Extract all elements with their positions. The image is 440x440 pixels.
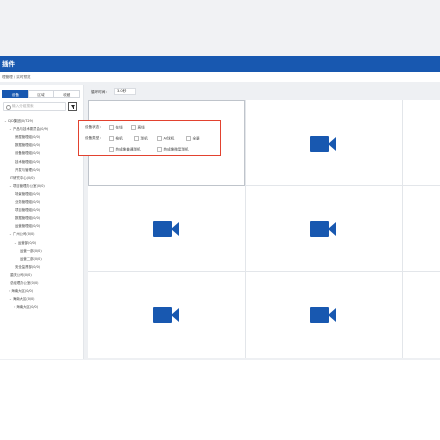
video-camera-icon xyxy=(310,221,336,237)
grid-divider xyxy=(402,100,403,358)
tree-item[interactable]: ›海南大区(0/0) xyxy=(14,305,38,309)
tree-item-label: 海南大区(0/0) xyxy=(16,305,39,310)
tree-item[interactable]: 运营管理组(0/0) xyxy=(14,224,40,228)
tree-item-label: 运营部(0/0) xyxy=(17,240,37,245)
tree-item-label: 项目管理办公室(0/0) xyxy=(12,183,45,188)
grid-divider xyxy=(245,100,246,358)
filter-option-ai-dome[interactable]: AI球机 xyxy=(157,136,174,142)
tree-item[interactable]: ⌄产品与技术委员会(0/9) xyxy=(9,127,48,131)
tree-item[interactable]: 开发与管理(0/0) xyxy=(14,168,40,172)
tree-item[interactable]: ⌄运营部(0/0) xyxy=(14,241,36,245)
tree-item[interactable]: 业务管理组(0/0) xyxy=(14,200,40,204)
tree-item-label: 安全监督部(0/0) xyxy=(15,264,41,269)
tab-favorites[interactable]: 收藏 xyxy=(53,90,81,98)
breadcrumb-text[interactable]: 理管理 / 实时预览 xyxy=(2,75,31,79)
tree-item-label: 设备管理组(0/0) xyxy=(15,151,41,156)
tree-item[interactable]: 数据管理组(0/0) xyxy=(14,143,40,147)
filter-option-offline[interactable]: 离线 xyxy=(131,125,145,131)
page-footer-area xyxy=(0,360,440,440)
tree-item[interactable]: 总经理办公室(0/0) xyxy=(9,281,38,285)
device-status-label: 设备状态： xyxy=(85,125,103,129)
tree-item-label: IT研究中心(0/0) xyxy=(10,175,35,180)
tree-item-label: 数据管理组(0/0) xyxy=(15,143,41,148)
tree-item-label: 项目管理组(0/0) xyxy=(15,208,41,213)
tree-item-label: 海南大区(0/0) xyxy=(12,297,35,302)
preview-toolbar: 循环时间： 3.0秒 xyxy=(88,87,440,97)
tab-regions[interactable]: 区域 xyxy=(27,90,55,98)
video-camera-icon xyxy=(153,307,179,323)
expand-caret-icon[interactable]: ⌄ xyxy=(14,241,17,245)
filter-option-thermal-dome[interactable]: 热成像普通球机 xyxy=(109,147,141,153)
tree-item[interactable]: 运营一部(0/0) xyxy=(19,249,42,253)
video-camera-icon xyxy=(310,307,336,323)
app-header: 插件 xyxy=(0,56,440,72)
tree-item[interactable]: ›海南大区(0/0) xyxy=(9,289,33,293)
tree-item[interactable]: ⌄项目管理办公室(0/0) xyxy=(9,184,45,188)
tree-item-label: 运营管理组(0/0) xyxy=(15,224,41,229)
tree-item[interactable]: IT研究中心(0/0) xyxy=(9,176,35,180)
expand-caret-icon[interactable]: ⌄ xyxy=(9,127,12,131)
cycle-time-label: 循环时间： xyxy=(91,90,109,94)
tree-item[interactable]: 安全监督部(0/0) xyxy=(14,265,40,269)
filter-option-bullet[interactable]: 枪机 xyxy=(109,136,123,142)
tab-devices[interactable]: 设备 xyxy=(2,90,29,98)
tree-item[interactable]: ⌄CJD集团(0/729) xyxy=(4,119,33,123)
tree-item[interactable]: 场景管理组(0/0) xyxy=(14,192,40,196)
tree-item[interactable]: 运营二部(0/0) xyxy=(19,257,42,261)
tree-item-label: 运营一部(0/0) xyxy=(20,248,42,253)
tree-item[interactable]: 数据管理组(0/0) xyxy=(14,216,40,220)
search-placeholder: 输入分组搜索 xyxy=(12,104,34,108)
tree-item[interactable]: ⌄广州公司(0/0) xyxy=(9,232,35,236)
cycle-time-select[interactable]: 3.0秒 xyxy=(114,88,136,95)
expand-caret-icon[interactable]: ⌄ xyxy=(9,297,12,301)
filter-button[interactable] xyxy=(68,102,77,111)
tree-item[interactable]: 设备管理组(0/0) xyxy=(14,151,40,155)
device-filter-panel: 设备状态： 在线 离线 设备类型： 枪机 球机 AI球机 全景 热成像普通球机 … xyxy=(78,120,221,156)
tree-item[interactable]: 重庆公司(0/0) xyxy=(9,273,32,277)
filter-option-online[interactable]: 在线 xyxy=(109,125,123,131)
tree-item-label: 数据管理组(0/0) xyxy=(15,216,41,221)
app-title: 插件 xyxy=(2,60,15,68)
tree-item-label: 运营二部(0/0) xyxy=(20,256,42,261)
expand-caret-icon[interactable]: ⌄ xyxy=(4,119,7,123)
tree-item-label: CJD集团(0/729) xyxy=(7,119,34,123)
filter-option-panorama[interactable]: 全景 xyxy=(186,136,200,142)
tree-item-label: 房屋管理组(0/0) xyxy=(15,135,41,140)
tree-item-label: 场景管理组(0/0) xyxy=(15,191,41,196)
expand-caret-icon[interactable]: ⌄ xyxy=(9,232,12,236)
filter-option-dome[interactable]: 球机 xyxy=(134,136,148,142)
video-camera-icon xyxy=(310,136,336,152)
tree-item-label: 技术管理组(0/0) xyxy=(15,159,41,164)
tree-item[interactable]: 技术管理组(0/0) xyxy=(14,160,40,164)
tree-item-label: 开发与管理(0/0) xyxy=(15,167,41,172)
expand-caret-icon[interactable]: ⌄ xyxy=(9,184,12,188)
tree-item-label: 业务管理组(0/0) xyxy=(15,200,41,204)
device-type-label: 设备类型： xyxy=(85,136,103,140)
filter-option-thermal-mini-dome[interactable]: 热成像微型球机 xyxy=(157,147,189,153)
tree-item[interactable]: 房屋管理组(0/0) xyxy=(14,135,40,139)
sidebar-tabs: 设备 区域 收藏 xyxy=(2,90,81,98)
tree-item-label: 广州公司(0/0) xyxy=(12,232,35,237)
tree-item-label: 产品与技术委员会(0/9) xyxy=(12,127,49,132)
tree-item-label: 海南大区(0/0) xyxy=(11,289,34,294)
grid-divider xyxy=(88,271,440,272)
tree-item-label: 总经理办公室(0/0) xyxy=(10,281,39,285)
tree-item-label: 重庆公司(0/0) xyxy=(10,272,32,277)
group-search-input[interactable]: 输入分组搜索 xyxy=(3,102,66,111)
search-icon xyxy=(6,105,11,110)
tree-item[interactable]: 项目管理组(0/0) xyxy=(14,208,40,212)
video-camera-icon xyxy=(153,221,179,237)
tree-item[interactable]: ⌄海南大区(0/0) xyxy=(9,297,35,301)
